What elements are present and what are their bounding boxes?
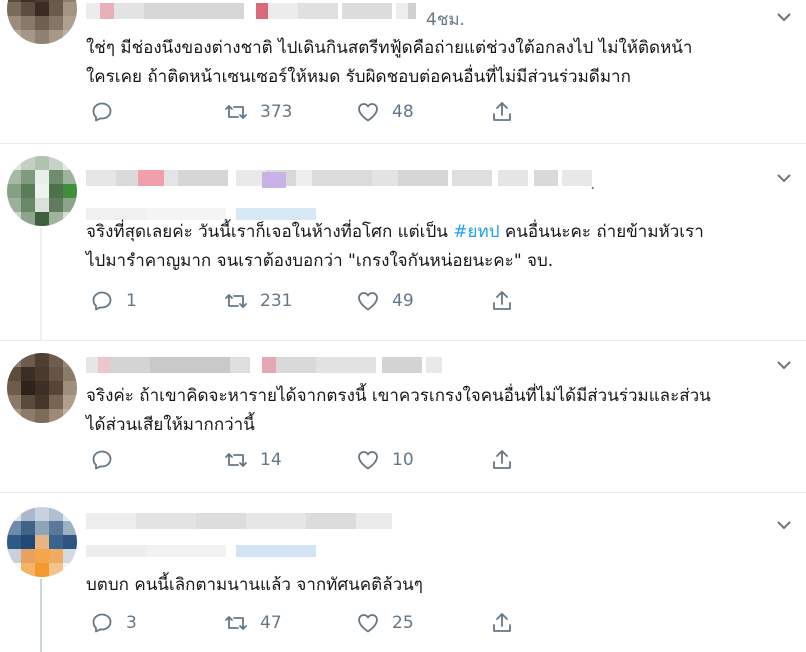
like-button[interactable]: 10 [356,448,414,472]
author-name-accent [262,172,286,188]
retweet-icon [225,105,247,119]
reply-icon [92,291,112,311]
like-button[interactable]: 49 [356,289,414,313]
share-icon [493,291,511,310]
text-line: ใช่ๆ มีช่องนึงของต่างชาติ ไปเดินกินสตรีท… [86,38,693,58]
retweet-icon [225,453,247,467]
timestamp[interactable]: . [590,174,595,194]
tweet-actions: 1 231 49 [86,289,526,313]
retweet-icon [225,616,247,630]
like-button[interactable]: 48 [356,100,414,124]
thread-line [40,579,42,652]
timestamp[interactable]: 4ชม. [426,6,465,33]
retweet-count: 14 [260,450,282,470]
like-count: 10 [392,450,414,470]
tweet-text: ใช่ๆ มีช่องนึงของต่างชาติ ไปเดินกินสตรีท… [86,34,786,92]
share-button[interactable] [490,611,514,635]
tweet-4[interactable]: บตบก คนนี้เลิกตามนานแล้ว จากทัศนคติล้วนๆ… [0,493,806,652]
tweet-text: บตบก คนนี้เลิกตามนานแล้ว จากทัศนคติล้วนๆ [86,571,786,600]
thread-line [40,228,42,340]
tweet-actions: 3 47 25 [86,611,526,635]
reply-icon [92,102,112,122]
avatar[interactable] [7,0,77,44]
heart-icon [358,451,378,470]
avatar[interactable] [7,156,77,226]
author-name[interactable] [86,170,596,186]
reply-icon [92,613,112,633]
chevron-down-icon[interactable] [776,172,792,184]
chevron-down-icon[interactable] [776,519,792,531]
retweet-button[interactable]: 373 [224,100,292,124]
share-button[interactable] [490,448,514,472]
reply-count: 1 [126,291,137,311]
author-name[interactable] [86,513,396,529]
chevron-down-icon[interactable] [776,359,792,371]
share-button[interactable] [490,289,514,313]
tweet-1[interactable]: 4ชม. ใช่ๆ มีช่องนึงของต่างชาติ ไปเดินกิน… [0,0,806,140]
tweet-text: จริงที่สุดเลยค่ะ วันนี้เราก็เจอในห้างที่… [86,218,786,276]
author-handle[interactable] [86,545,326,557]
reply-button[interactable]: 1 [90,289,137,313]
heart-icon [358,103,378,122]
author-name[interactable] [86,357,446,373]
text-line: จริงที่สุดเลยค่ะ วันนี้เราก็เจอในห้างที่… [86,218,786,247]
heart-icon [358,292,378,311]
tweet-text: จริงค่ะ ถ้าเขาคิดจะหารายได้จากตรงนี้ เขา… [86,382,786,440]
text-line: ไปมารำคาญมาก จนเราต้องบอกว่า "เกรงใจกันห… [86,251,554,271]
retweet-icon [225,294,247,308]
like-count: 25 [392,613,414,633]
share-icon [493,450,511,469]
author-name[interactable] [86,3,426,19]
hashtag-link[interactable]: #ยทป [453,222,499,242]
text-segment: จริงที่สุดเลยค่ะ วันนี้เราก็เจอในห้างที่… [86,222,454,242]
tweet-actions: 14 10 [86,448,526,472]
tweet-3[interactable]: จริงค่ะ ถ้าเขาคิดจะหารายได้จากตรงนี้ เขา… [0,341,806,491]
avatar[interactable] [7,507,77,577]
reply-button[interactable] [90,100,126,124]
share-icon [493,102,511,121]
heart-icon [358,614,378,633]
tweet-2[interactable]: . จริงที่สุดเลยค่ะ วันนี้เราก็เจอในห้างท… [0,144,806,340]
text-line: บตบก คนนี้เลิกตามนานแล้ว จากทัศนคติล้วนๆ [86,575,423,595]
like-count: 48 [392,102,414,122]
retweet-count: 231 [260,291,293,311]
reply-icon [92,450,112,470]
avatar[interactable] [7,353,77,423]
text-line: ได้ส่วนเสียให้มากกว่านี้ [86,415,255,435]
share-button[interactable] [490,100,514,124]
reply-count: 3 [126,613,137,633]
like-button[interactable]: 25 [356,611,414,635]
retweet-count: 373 [260,102,293,122]
tweet-actions: 373 48 [86,100,526,124]
text-line: ใครเคย ถ้าติดหน้าเซนเซอร์ให้หมด รับผิดชอ… [86,67,631,87]
text-line: จริงค่ะ ถ้าเขาคิดจะหารายได้จากตรงนี้ เขา… [86,386,711,406]
text-segment: คนอื่นนะคะ ถ่ายข้ามหัวเรา [499,222,704,242]
like-count: 49 [392,291,414,311]
reply-button[interactable] [90,448,126,472]
retweet-button[interactable]: 47 [224,611,282,635]
share-icon [493,613,511,632]
chevron-down-icon[interactable] [776,11,792,23]
retweet-button[interactable]: 231 [224,289,292,313]
retweet-button[interactable]: 14 [224,448,282,472]
retweet-count: 47 [260,613,282,633]
reply-button[interactable]: 3 [90,611,137,635]
